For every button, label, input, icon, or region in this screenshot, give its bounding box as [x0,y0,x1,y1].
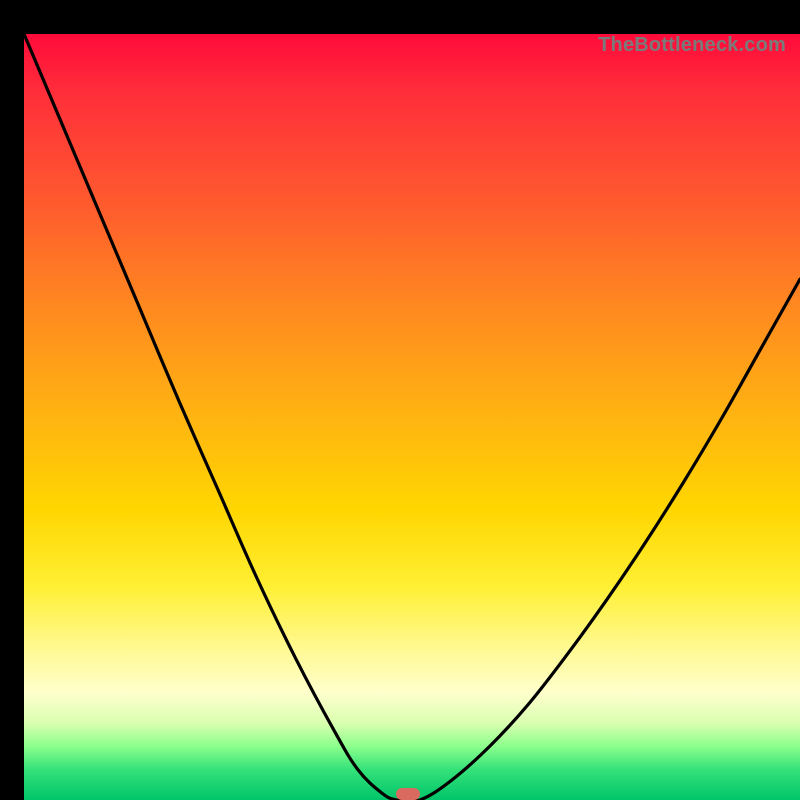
chart-plot-area: TheBottleneck.com [24,34,800,800]
optimum-marker [396,788,420,800]
bottleneck-curve [24,34,800,800]
curve-path [24,34,800,800]
chart-frame: TheBottleneck.com [12,12,788,788]
